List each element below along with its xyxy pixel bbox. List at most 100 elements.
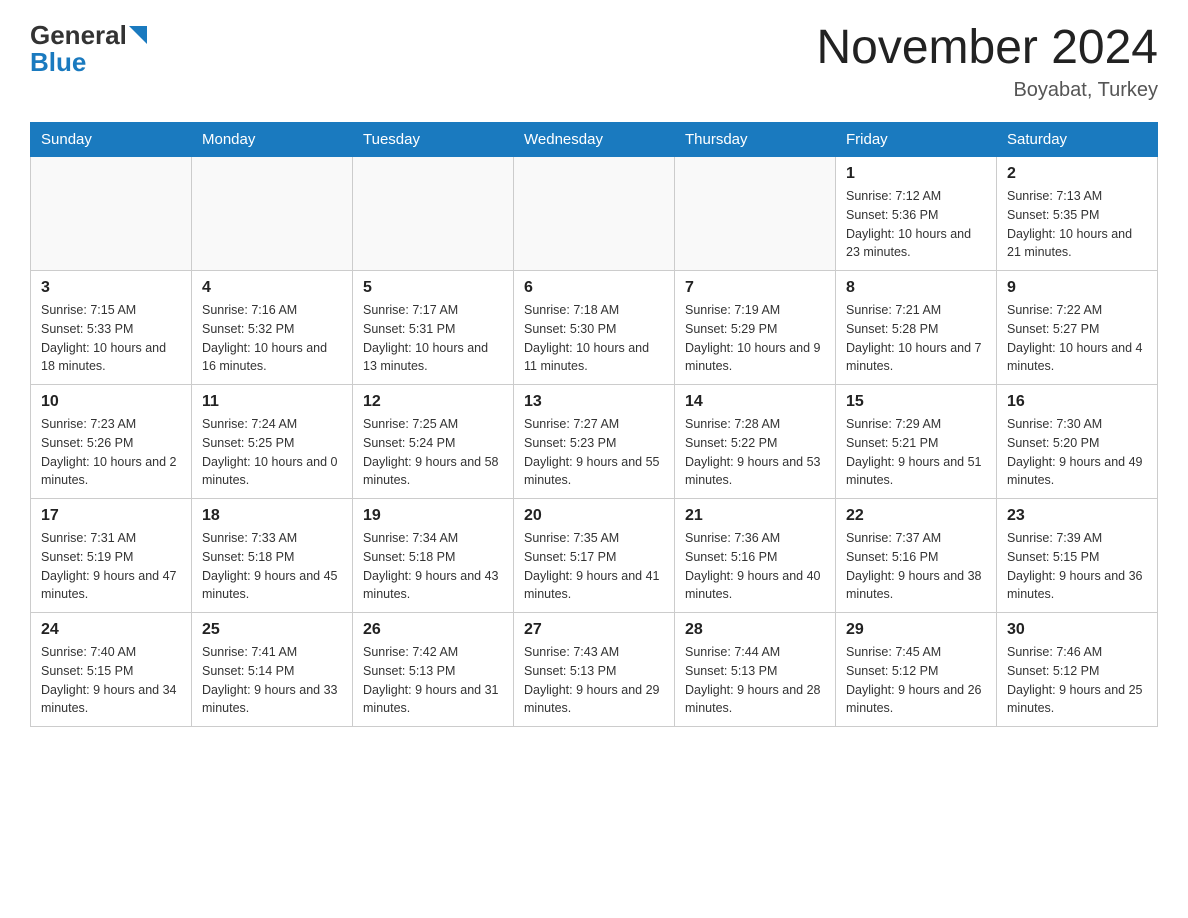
day-info: Sunrise: 7:40 AM Sunset: 5:15 PM Dayligh… <box>41 643 181 718</box>
table-row: 26 Sunrise: 7:42 AM Sunset: 5:13 PM Dayli… <box>353 613 514 727</box>
table-row: 30 Sunrise: 7:46 AM Sunset: 5:12 PM Dayli… <box>997 613 1158 727</box>
day-info: Sunrise: 7:39 AM Sunset: 5:15 PM Dayligh… <box>1007 529 1147 604</box>
day-info: Sunrise: 7:13 AM Sunset: 5:35 PM Dayligh… <box>1007 187 1147 262</box>
day-info: Sunrise: 7:33 AM Sunset: 5:18 PM Dayligh… <box>202 529 342 604</box>
table-row: 5Sunrise: 7:17 AM Sunset: 5:31 PM Daylig… <box>353 271 514 385</box>
table-row: 20 Sunrise: 7:35 AM Sunset: 5:17 PM Dayli… <box>514 499 675 613</box>
day-number: 27 <box>524 621 664 639</box>
day-number: 2 <box>1007 165 1147 183</box>
day-info: Sunrise: 7:43 AM Sunset: 5:13 PM Dayligh… <box>524 643 664 718</box>
day-number: 6 <box>524 279 664 297</box>
day-info: Sunrise: 7:45 AM Sunset: 5:12 PM Dayligh… <box>846 643 986 718</box>
day-number: 26 <box>363 621 503 639</box>
table-row: 24 Sunrise: 7:40 AM Sunset: 5:15 PM Dayli… <box>31 613 192 727</box>
page-header: General Blue November 2024 Boyabat, Turk… <box>30 20 1158 102</box>
day-number: 1 <box>846 165 986 183</box>
day-number: 5 <box>363 279 503 297</box>
table-row: 13Sunrise: 7:27 AM Sunset: 5:23 PM Dayli… <box>514 385 675 499</box>
day-info: Sunrise: 7:28 AM Sunset: 5:22 PM Dayligh… <box>685 415 825 490</box>
day-info: Sunrise: 7:25 AM Sunset: 5:24 PM Dayligh… <box>363 415 503 490</box>
day-number: 25 <box>202 621 342 639</box>
header-thursday: Thursday <box>675 123 836 157</box>
table-row: 18 Sunrise: 7:33 AM Sunset: 5:18 PM Dayli… <box>192 499 353 613</box>
table-row: 3 Sunrise: 7:15 AM Sunset: 5:33 PM Daylig… <box>31 271 192 385</box>
table-row <box>192 157 353 271</box>
logo: General Blue <box>30 20 147 78</box>
day-number: 24 <box>41 621 181 639</box>
table-row: 11 Sunrise: 7:24 AM Sunset: 5:25 PM Dayli… <box>192 385 353 499</box>
day-number: 3 <box>41 279 181 297</box>
day-info: Sunrise: 7:16 AM Sunset: 5:32 PM Dayligh… <box>202 301 342 376</box>
day-number: 21 <box>685 507 825 525</box>
title-block: November 2024 Boyabat, Turkey <box>816 20 1158 102</box>
table-row: 2 Sunrise: 7:13 AM Sunset: 5:35 PM Daylig… <box>997 157 1158 271</box>
table-row: 9Sunrise: 7:22 AM Sunset: 5:27 PM Daylig… <box>997 271 1158 385</box>
header-saturday: Saturday <box>997 123 1158 157</box>
table-row: 14 Sunrise: 7:28 AM Sunset: 5:22 PM Dayli… <box>675 385 836 499</box>
header-tuesday: Tuesday <box>353 123 514 157</box>
table-row: 27 Sunrise: 7:43 AM Sunset: 5:13 PM Dayli… <box>514 613 675 727</box>
day-info: Sunrise: 7:41 AM Sunset: 5:14 PM Dayligh… <box>202 643 342 718</box>
day-number: 9 <box>1007 279 1147 297</box>
day-info: Sunrise: 7:24 AM Sunset: 5:25 PM Dayligh… <box>202 415 342 490</box>
header-friday: Friday <box>836 123 997 157</box>
table-row: 4Sunrise: 7:16 AM Sunset: 5:32 PM Daylig… <box>192 271 353 385</box>
day-number: 13 <box>524 393 664 411</box>
table-row: 16 Sunrise: 7:30 AM Sunset: 5:20 PM Dayli… <box>997 385 1158 499</box>
day-info: Sunrise: 7:36 AM Sunset: 5:16 PM Dayligh… <box>685 529 825 604</box>
day-number: 15 <box>846 393 986 411</box>
header-sunday: Sunday <box>31 123 192 157</box>
table-row: 8 Sunrise: 7:21 AM Sunset: 5:28 PM Daylig… <box>836 271 997 385</box>
day-info: Sunrise: 7:42 AM Sunset: 5:13 PM Dayligh… <box>363 643 503 718</box>
table-row <box>353 157 514 271</box>
logo-blue-text: Blue <box>30 47 86 78</box>
day-number: 14 <box>685 393 825 411</box>
day-number: 7 <box>685 279 825 297</box>
header-monday: Monday <box>192 123 353 157</box>
day-number: 20 <box>524 507 664 525</box>
day-number: 17 <box>41 507 181 525</box>
day-number: 22 <box>846 507 986 525</box>
day-number: 29 <box>846 621 986 639</box>
day-number: 8 <box>846 279 986 297</box>
table-row: 28 Sunrise: 7:44 AM Sunset: 5:13 PM Dayli… <box>675 613 836 727</box>
day-number: 11 <box>202 393 342 411</box>
day-info: Sunrise: 7:29 AM Sunset: 5:21 PM Dayligh… <box>846 415 986 490</box>
table-row: 22 Sunrise: 7:37 AM Sunset: 5:16 PM Dayli… <box>836 499 997 613</box>
table-row: 1 Sunrise: 7:12 AM Sunset: 5:36 PM Daylig… <box>836 157 997 271</box>
day-number: 19 <box>363 507 503 525</box>
day-number: 10 <box>41 393 181 411</box>
day-number: 18 <box>202 507 342 525</box>
day-info: Sunrise: 7:30 AM Sunset: 5:20 PM Dayligh… <box>1007 415 1147 490</box>
table-row <box>675 157 836 271</box>
calendar-header-row: Sunday Monday Tuesday Wednesday Thursday… <box>31 123 1158 157</box>
day-info: Sunrise: 7:44 AM Sunset: 5:13 PM Dayligh… <box>685 643 825 718</box>
day-info: Sunrise: 7:35 AM Sunset: 5:17 PM Dayligh… <box>524 529 664 604</box>
table-row: 17 Sunrise: 7:31 AM Sunset: 5:19 PM Dayli… <box>31 499 192 613</box>
table-row: 29 Sunrise: 7:45 AM Sunset: 5:12 PM Dayli… <box>836 613 997 727</box>
table-row: 23Sunrise: 7:39 AM Sunset: 5:15 PM Dayli… <box>997 499 1158 613</box>
day-info: Sunrise: 7:46 AM Sunset: 5:12 PM Dayligh… <box>1007 643 1147 718</box>
day-info: Sunrise: 7:37 AM Sunset: 5:16 PM Dayligh… <box>846 529 986 604</box>
day-info: Sunrise: 7:12 AM Sunset: 5:36 PM Dayligh… <box>846 187 986 262</box>
day-info: Sunrise: 7:15 AM Sunset: 5:33 PM Dayligh… <box>41 301 181 376</box>
location: Boyabat, Turkey <box>816 79 1158 102</box>
table-row: 10 Sunrise: 7:23 AM Sunset: 5:26 PM Dayli… <box>31 385 192 499</box>
header-wednesday: Wednesday <box>514 123 675 157</box>
day-info: Sunrise: 7:23 AM Sunset: 5:26 PM Dayligh… <box>41 415 181 490</box>
day-number: 30 <box>1007 621 1147 639</box>
day-info: Sunrise: 7:31 AM Sunset: 5:19 PM Dayligh… <box>41 529 181 604</box>
day-info: Sunrise: 7:19 AM Sunset: 5:29 PM Dayligh… <box>685 301 825 376</box>
table-row: 12 Sunrise: 7:25 AM Sunset: 5:24 PM Dayli… <box>353 385 514 499</box>
month-title: November 2024 <box>816 20 1158 75</box>
table-row: 7 Sunrise: 7:19 AM Sunset: 5:29 PM Daylig… <box>675 271 836 385</box>
table-row <box>514 157 675 271</box>
table-row: 21 Sunrise: 7:36 AM Sunset: 5:16 PM Dayli… <box>675 499 836 613</box>
table-row: 19Sunrise: 7:34 AM Sunset: 5:18 PM Dayli… <box>353 499 514 613</box>
day-info: Sunrise: 7:18 AM Sunset: 5:30 PM Dayligh… <box>524 301 664 376</box>
day-number: 28 <box>685 621 825 639</box>
day-number: 12 <box>363 393 503 411</box>
calendar-table: Sunday Monday Tuesday Wednesday Thursday… <box>30 122 1158 727</box>
day-number: 16 <box>1007 393 1147 411</box>
day-info: Sunrise: 7:21 AM Sunset: 5:28 PM Dayligh… <box>846 301 986 376</box>
